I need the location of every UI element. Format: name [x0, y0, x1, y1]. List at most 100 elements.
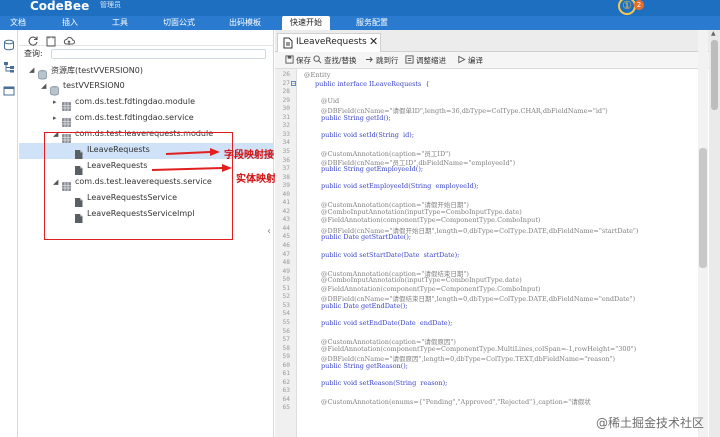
menu-item-service-config[interactable]: 服务配置: [348, 16, 396, 30]
format-indent-button[interactable]: 调整缩进: [405, 54, 446, 67]
editor-scrollbar-thumb[interactable]: [699, 148, 707, 268]
fold-toggle-icon[interactable]: −: [291, 80, 296, 86]
database-icon: [37, 65, 48, 80]
page-scrollbar-thumb[interactable]: [711, 40, 718, 110]
tree-item-label: 资源库(testVVERSION0): [51, 66, 143, 75]
line-number: 42: [282, 207, 290, 215]
window-icon[interactable]: [3, 82, 15, 96]
line-number: 31: [282, 113, 290, 121]
code-line: public void setEndDate(Date endDate);: [321, 318, 453, 327]
line-number: 53: [282, 301, 290, 309]
tree-item[interactable]: ▸ com.ds.test.fdtingdao.module: [19, 95, 274, 111]
activity-bar: [0, 30, 18, 437]
package-icon: [61, 113, 72, 127]
database-nav-icon[interactable]: [3, 36, 15, 51]
line-number: 36: [282, 156, 290, 164]
code-line: @ComboInputAnnotation(inputType=ComboInp…: [321, 207, 522, 216]
notification-badge: 2: [634, 0, 644, 10]
code-line: @FieldAnnotation(componentType=Component…: [321, 216, 541, 225]
save-icon: [285, 55, 294, 64]
new-file-icon[interactable]: [45, 32, 57, 47]
file-icon: [283, 37, 293, 49]
refresh-icon[interactable]: [27, 32, 39, 46]
line-number: 37: [282, 165, 290, 173]
code-line: @FieldAnnotation(componentType=Component…: [321, 284, 541, 293]
info-circle-icon[interactable]: ①: [618, 0, 636, 15]
line-number: 49: [282, 267, 290, 275]
code-line: public Date getEndDate();: [321, 301, 408, 310]
indent-icon: [405, 55, 414, 64]
code-line: public void setId(String id);: [321, 130, 415, 139]
menu-item-code-templates[interactable]: 出码模板: [220, 16, 270, 30]
menu-item-insert[interactable]: 插入: [56, 16, 84, 30]
editor-tabbar: ILeaveRequests ✕: [275, 30, 720, 52]
goto-line-button[interactable]: 跳到行: [365, 54, 399, 67]
line-number: 41: [282, 199, 290, 207]
line-number: 51: [282, 284, 290, 292]
code-line: public interface ILeaveRequests {: [315, 79, 430, 88]
package-icon: [61, 97, 72, 111]
explorer-toolbar: [19, 30, 274, 47]
code-line: @Entity: [304, 71, 331, 79]
hierarchy-icon[interactable]: [3, 58, 15, 73]
code-line: public Date getStartDate();: [321, 233, 412, 242]
annotation-entity-mapping: 实体映射: [236, 174, 276, 185]
line-number: 47: [282, 250, 290, 258]
line-number: 58: [282, 344, 290, 352]
line-number: 44: [282, 224, 290, 232]
tree-item[interactable]: ◢ testVVERSION0: [19, 79, 274, 96]
line-number: 39: [282, 182, 290, 190]
play-icon: [458, 55, 466, 64]
menu-bar: 文档 插入 工具 切面公式 出码模板 快速开始 服务配置: [0, 16, 720, 30]
line-number: 63: [282, 387, 290, 395]
line-number: 60: [282, 361, 290, 369]
line-number: 50: [282, 276, 290, 284]
tree-item[interactable]: ▸ com.ds.test.fdtingdao.service: [19, 111, 274, 127]
watermark: @稀土掘金技术社区: [596, 416, 705, 430]
user-name[interactable]: 管理员: [100, 0, 121, 10]
search-label: 查询:: [24, 49, 43, 58]
scroll-up-icon[interactable]: ▲: [711, 30, 716, 37]
code-line: public String getId();: [321, 113, 391, 122]
line-number: 46: [282, 242, 290, 249]
code-line: @FieldAnnotation(componentType=Component…: [321, 344, 637, 353]
line-number: 43: [282, 216, 290, 224]
arrow-right-icon: [365, 56, 373, 63]
menu-item-quick-start[interactable]: 快速开始: [282, 16, 330, 30]
menu-item-docs[interactable]: 文档: [2, 16, 34, 30]
line-number: 56: [282, 327, 290, 335]
compile-button[interactable]: 编译: [457, 54, 483, 67]
line-number: 54: [282, 310, 290, 318]
line-number: 61: [282, 370, 290, 378]
collapse-panel-icon[interactable]: ‹: [267, 226, 271, 237]
menu-item-aspect-formula[interactable]: 切面公式: [154, 16, 204, 30]
expand-arrow-icon[interactable]: ◢: [41, 83, 48, 90]
tab-ileaverequests[interactable]: ILeaveRequests ✕: [277, 33, 381, 52]
close-icon[interactable]: ✕: [369, 35, 378, 48]
line-number: 40: [282, 190, 290, 198]
line-number: 30: [282, 105, 290, 113]
expand-arrow-icon[interactable]: ◢: [29, 67, 36, 74]
search-icon: [313, 55, 322, 64]
explorer-search: 查询:: [19, 47, 274, 61]
save-button[interactable]: 保存: [285, 54, 311, 67]
line-number: 28: [282, 88, 290, 96]
find-replace-button[interactable]: 查找/替换: [313, 54, 357, 67]
line-number: 32: [282, 122, 290, 130]
collapse-arrow-icon[interactable]: ▸: [53, 115, 60, 122]
line-number: 65: [282, 404, 290, 412]
line-number: 57: [282, 336, 290, 344]
line-number: 38: [282, 173, 290, 181]
collapse-arrow-icon[interactable]: ▸: [53, 99, 60, 106]
code-line: public void setReason(String reason);: [321, 378, 448, 387]
tree-item[interactable]: ◢ 资源库(testVVERSION0): [19, 63, 274, 80]
search-input[interactable]: [51, 49, 266, 59]
code-line: public String getReason();: [321, 361, 408, 370]
title-bar: CodeBee 管理员 ① 2: [0, 0, 720, 16]
menu-item-tools[interactable]: 工具: [106, 16, 134, 30]
code-line: public void setEmployeeId(String employe…: [321, 182, 479, 191]
code-line: public void setStartDate(Date startDate)…: [321, 250, 460, 259]
cloud-upload-icon[interactable]: [63, 32, 75, 45]
code-line: public String getEmployeeId();: [321, 165, 424, 174]
code-line: @Uid: [321, 96, 340, 105]
